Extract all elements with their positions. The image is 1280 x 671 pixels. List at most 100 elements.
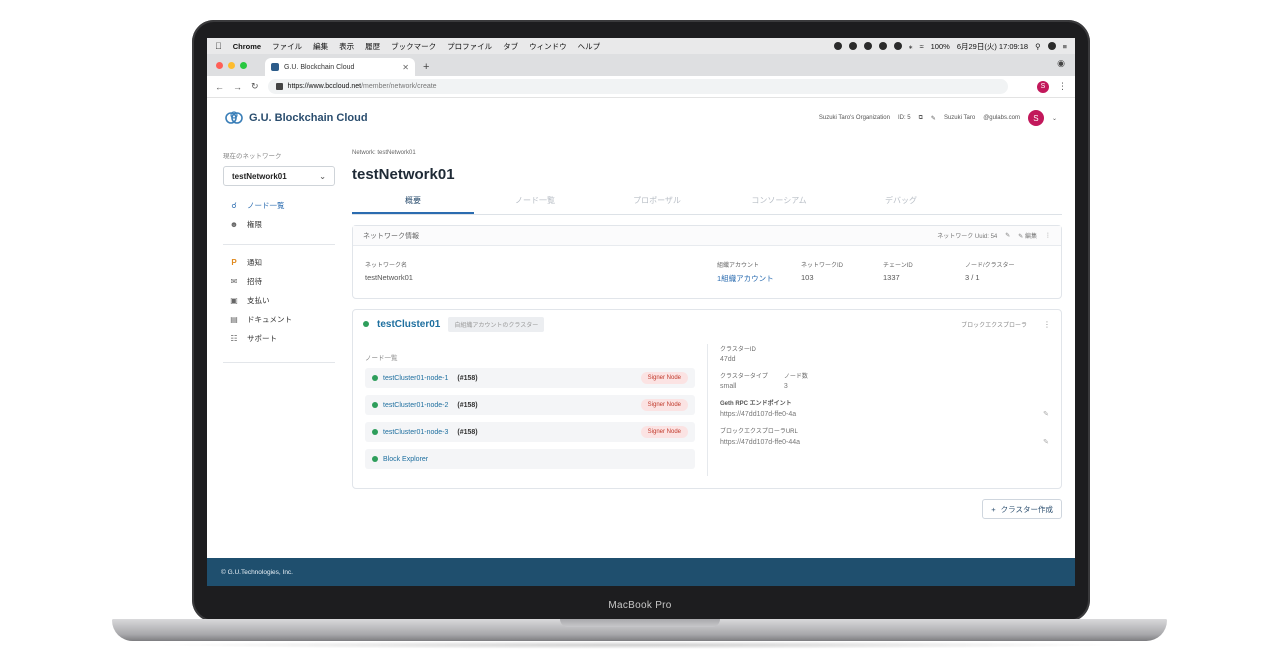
apple-icon[interactable]:  <box>215 41 222 51</box>
tab-debug[interactable]: デバッグ <box>840 193 962 214</box>
node-name[interactable]: testCluster01-node-1 <box>383 375 448 382</box>
profile-avatar[interactable]: S <box>1037 80 1049 93</box>
close-window-button[interactable] <box>216 62 223 69</box>
menu-item-file[interactable]: ファイル <box>272 41 302 52</box>
node-name[interactable]: testCluster01-node-3 <box>383 429 448 436</box>
menu-item-profiles[interactable]: プロファイル <box>447 41 492 52</box>
window-controls <box>216 62 247 69</box>
block-explorer-item[interactable]: Block Explorer <box>383 456 428 463</box>
role-badge: Signer Node <box>640 372 688 384</box>
minimize-window-button[interactable] <box>228 62 235 69</box>
brand-logo[interactable]: G.U. Blockchain Cloud <box>225 111 368 125</box>
network-select[interactable]: testNetwork01 ⌄ <box>223 166 335 186</box>
cloud-icon[interactable] <box>878 42 887 50</box>
wifi-icon[interactable]: ≈ <box>920 42 924 51</box>
control-center-icon[interactable] <box>1047 42 1056 50</box>
block-explorer-link[interactable]: ブロックエクスプローラ <box>961 320 1027 329</box>
sidebar-item-label: 権限 <box>247 220 262 229</box>
maximize-window-button[interactable] <box>240 62 247 69</box>
more-vert-icon[interactable]: ⋮ <box>1058 81 1067 92</box>
logo-icon <box>225 111 243 124</box>
copy-icon[interactable]: ✎ <box>1005 232 1010 239</box>
forward-arrow-icon[interactable]: → <box>233 82 242 92</box>
user-name: Suzuki Taro <box>943 115 976 121</box>
page-title: testNetwork01 <box>352 166 455 183</box>
account-link[interactable]: 1組織アカウント <box>717 273 801 284</box>
chevron-down-icon: ⌄ <box>319 171 326 181</box>
url-input[interactable]: https://www.bccloud.net/member/network/c… <box>267 79 1008 94</box>
copy-icon[interactable]: ✎ <box>1043 438 1049 446</box>
add-cluster-button[interactable]: + クラスター作成 <box>982 499 1062 519</box>
status-icon[interactable] <box>893 42 902 50</box>
bluetooth-icon[interactable]: ⁎ <box>909 42 913 51</box>
status-icon[interactable] <box>833 42 842 50</box>
more-vert-icon[interactable]: ⋮ <box>1043 320 1051 329</box>
chevron-down-icon[interactable]: ⌄ <box>1052 115 1057 122</box>
sidebar-item-notifications[interactable]: P 通知 <box>223 253 335 272</box>
tab-search-icon[interactable]: ◉ <box>1057 58 1065 69</box>
sidebar-item-label: ドキュメント <box>247 315 292 324</box>
brand-name: G.U. Blockchain Cloud <box>249 112 368 124</box>
sidebar-item-permissions[interactable]: ☻ 権限 <box>223 215 335 234</box>
card-header: ネットワーク情報 ネットワーク Uuid: 54 ✎ ✎ 編集 ⋮ <box>353 226 1061 246</box>
more-vert-icon[interactable]: ⋮ <box>1045 232 1051 239</box>
sidebar-item-support[interactable]: ☷ サポート <box>223 329 335 348</box>
document-icon: ▤ <box>230 315 238 324</box>
node-name[interactable]: testCluster01-node-2 <box>383 402 448 409</box>
edit-button[interactable]: ✎ 編集 <box>1018 231 1037 240</box>
copy-icon[interactable]: ✎ <box>1043 410 1049 418</box>
tab-title: G.U. Blockchain Cloud <box>284 63 355 71</box>
sidebar-item-invite[interactable]: ✉ 招待 <box>223 272 335 291</box>
copy-icon[interactable]: ⧉ <box>919 115 923 122</box>
menu-item-help[interactable]: ヘルプ <box>578 41 601 52</box>
macos-menubar:  Chrome ファイル 編集 表示 履歴 ブックマーク プロファイル タブ … <box>207 38 1075 54</box>
actions-row: + クラスター作成 <box>352 499 1062 529</box>
back-arrow-icon[interactable]: ← <box>215 82 224 92</box>
tab-consortium[interactable]: コンソーシアム <box>718 193 840 214</box>
sidebar-links: P 通知 ✉ 招待 ▣ 支払い ▤ ドキュメント ☷ サポート <box>223 253 335 348</box>
menu-icon[interactable]: ≡ <box>1063 42 1067 51</box>
browser-tab[interactable]: G.U. Blockchain Cloud ✕ <box>265 58 415 76</box>
close-icon[interactable]: ✕ <box>402 63 409 72</box>
status-icon[interactable] <box>848 42 857 50</box>
network-info-card: ネットワーク情報 ネットワーク Uuid: 54 ✎ ✎ 編集 ⋮ ネットワーク… <box>352 225 1062 299</box>
tab-overview[interactable]: 概要 <box>352 193 474 214</box>
node-list: ノード一覧 testCluster01-node-1 (#158) Signer… <box>365 344 695 476</box>
menu-item-view[interactable]: 表示 <box>339 41 354 52</box>
user-avatar[interactable]: S <box>1027 110 1044 126</box>
menubar-app-name[interactable]: Chrome <box>233 42 261 51</box>
list-item[interactable]: Block Explorer <box>365 449 695 469</box>
menu-item-tab[interactable]: タブ <box>503 41 518 52</box>
list-item[interactable]: testCluster01-node-1 (#158) Signer Node <box>365 368 695 388</box>
share-icon: ☌ <box>231 201 237 210</box>
edit-icon[interactable]: ✎ <box>931 115 936 122</box>
sidebar-item-nodes[interactable]: ☌ ノード一覧 <box>223 196 335 215</box>
device-label: MacBook Pro <box>608 600 672 611</box>
network-id-field: ネットワークID 103 <box>801 260 883 284</box>
new-tab-button[interactable]: + <box>423 61 429 73</box>
reload-icon[interactable]: ↻ <box>251 81 259 92</box>
status-icon[interactable] <box>863 42 872 50</box>
field-label: Geth RPC エンドポイント <box>720 401 792 407</box>
sidebar-item-docs[interactable]: ▤ ドキュメント <box>223 310 335 329</box>
chain-id-field: チェーンID 1337 <box>883 260 965 284</box>
menu-item-window[interactable]: ウィンドウ <box>529 41 567 52</box>
laptop-shadow <box>150 641 1130 649</box>
search-icon[interactable]: ⚲ <box>1035 42 1041 51</box>
selected-network: testNetwork01 <box>232 171 287 181</box>
menu-item-bookmarks[interactable]: ブックマーク <box>391 41 436 52</box>
list-item[interactable]: testCluster01-node-2 (#158) Signer Node <box>365 395 695 415</box>
clock[interactable]: 6月29日(火) 17:09:18 <box>957 41 1028 52</box>
breadcrumb[interactable]: Network: testNetwork01 <box>352 150 1062 156</box>
menu-item-history[interactable]: 履歴 <box>365 41 380 52</box>
status-dot <box>372 402 378 408</box>
sidebar-item-payment[interactable]: ▣ 支払い <box>223 291 335 310</box>
cluster-name[interactable]: testCluster01 <box>377 319 440 330</box>
menu-item-edit[interactable]: 編集 <box>313 41 328 52</box>
tab-proposals[interactable]: プロポーザル <box>596 193 718 214</box>
list-item[interactable]: testCluster01-node-3 (#158) Signer Node <box>365 422 695 442</box>
tab-nodes[interactable]: ノード一覧 <box>474 193 596 214</box>
node-number: (#158) <box>457 401 478 409</box>
network-info-grid: ネットワーク名 testNetwork01 組織アカウント 1組織アカウント ネ… <box>353 246 1061 298</box>
sidebar: 現在のネットワーク testNetwork01 ⌄ ☌ ノード一覧 ☻ 権限 P… <box>223 150 335 371</box>
